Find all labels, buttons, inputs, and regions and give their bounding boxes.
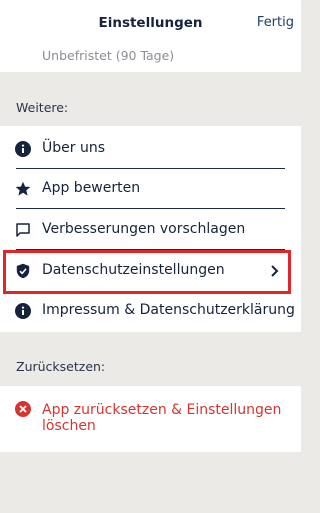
info-icon <box>15 303 31 319</box>
error-icon <box>15 401 31 417</box>
navigation-bar: Einstellungen Fertig <box>0 0 301 48</box>
section-header-more: Weitere: <box>16 100 69 115</box>
section-header-reset: Zurücksetzen: <box>16 359 106 374</box>
list-item-label: Verbesserungen vorschlagen <box>42 221 246 237</box>
list-item-label: Impressum & Datenschutzerklärung <box>42 302 295 318</box>
list-item-label: App bewerten <box>42 180 141 196</box>
highlight-box <box>3 250 291 294</box>
more-list: Über uns App bewerten Verbesserungen vor… <box>0 126 301 332</box>
list-item-imprint-privacy[interactable]: Impressum & Datenschutzerklärung <box>0 291 301 331</box>
reset-label-line2: löschen <box>42 418 96 434</box>
divider <box>16 208 285 209</box>
reset-app-label: App zurücksetzen & Einstellungen löschen <box>42 402 282 434</box>
page-title: Einstellungen <box>98 15 203 31</box>
list-item-suggest-improvements[interactable]: Verbesserungen vorschlagen <box>0 210 301 250</box>
list-item-rate-app[interactable]: App bewerten <box>0 169 301 209</box>
info-icon <box>15 141 31 157</box>
done-button[interactable]: Fertig <box>257 15 294 30</box>
list-item-about[interactable]: Über uns <box>0 129 301 169</box>
retention-subtitle: Unbefristet (90 Tage) <box>42 48 175 63</box>
list-item-label: Über uns <box>42 140 105 156</box>
reset-label-line1: App zurücksetzen & Einstellungen <box>42 402 282 418</box>
comment-icon <box>16 223 30 237</box>
retention-card: Unbefristet (90 Tage) <box>0 48 301 72</box>
star-icon <box>15 181 31 196</box>
